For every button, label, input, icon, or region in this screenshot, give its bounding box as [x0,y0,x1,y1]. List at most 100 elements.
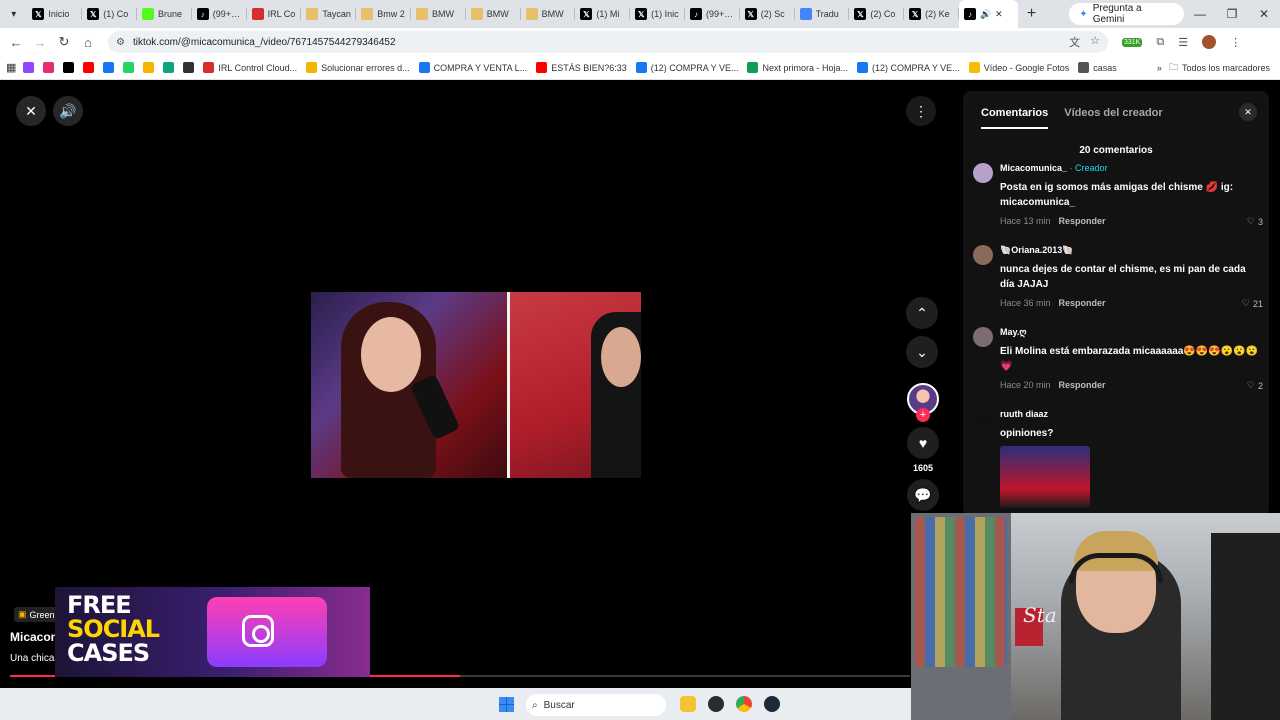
taskbar-search[interactable]: ⌕ Buscar [526,694,666,716]
bookmark-item[interactable] [103,62,115,73]
all-bookmarks-folder[interactable]: 🗀 Todos los marcadores [1169,60,1270,76]
bookmark-icon [536,62,548,73]
video-author[interactable]: Micacom [10,630,61,644]
file-explorer-icon[interactable] [680,696,696,712]
bookmark-item[interactable]: (12) COMPRA Y VE... [856,62,960,73]
reload-button[interactable]: ↻ [52,34,76,50]
extension-badge[interactable]: 331K [1122,37,1143,47]
reply-button[interactable]: Responder [1059,216,1106,226]
bookmark-item[interactable] [83,62,95,73]
tab-item[interactable]: 𝕏 (2) Co [849,0,904,28]
comment-like-button[interactable]: ♡ 21 [1242,298,1263,309]
tab-comments[interactable]: Comentarios [981,107,1049,129]
video-player[interactable] [311,292,641,478]
profile-avatar[interactable] [1202,35,1217,49]
address-bar[interactable]: ⚙ tiktok.com/@micacomunica_/video/767145… [108,31,1108,53]
volume-button[interactable]: 🔊 [53,96,83,126]
bookmark-item[interactable]: Solucionar errores d... [306,62,410,73]
avatar[interactable] [973,327,993,347]
close-window-button[interactable]: ✕ [1248,7,1280,21]
app-icon[interactable] [708,696,724,712]
forward-button[interactable]: → [28,35,52,50]
comment-user[interactable]: Micacomunica_ · Creador [1000,163,1108,173]
avatar[interactable] [973,409,993,429]
tab-item[interactable]: Brune [137,0,192,28]
tab-item[interactable]: 𝕏 (1) Mi [575,0,630,28]
tab-item[interactable]: BMW [466,0,521,28]
tab-close-icon[interactable]: ✕ [995,9,1003,20]
more-bookmarks-icon[interactable]: » [1157,63,1162,73]
tab-item[interactable]: 𝕏 Inicio [27,0,83,28]
reply-button[interactable]: Responder [1059,298,1106,308]
bookmark-item[interactable] [143,62,155,73]
extensions-icon[interactable]: ⧉ [1156,36,1164,49]
like-button[interactable]: ♥ [907,427,939,459]
chrome-icon[interactable] [736,696,752,712]
tab-item[interactable]: BMW [521,0,576,28]
site-info-icon[interactable]: ⚙ [116,37,125,48]
tiktok-icon: ♪ [689,8,702,20]
close-video-button[interactable]: ✕ [16,96,46,126]
tab-creator-videos[interactable]: Vídeos del creador [1064,107,1162,129]
tab-item[interactable]: Tradu [795,0,850,28]
follow-button[interactable]: + [916,408,930,422]
bookmark-item[interactable] [63,62,75,73]
new-tab-button[interactable]: + [1018,5,1045,23]
gemini-button[interactable]: ✦ Pregunta a Gemini [1069,3,1185,25]
comment-button[interactable]: 💬 [907,479,939,511]
audio-icon[interactable]: 🔊 [980,9,991,20]
tab-item[interactable]: ♪ (99+) T [685,0,740,28]
comment-user[interactable]: 🐚Oriana.2013🐚 [1000,245,1073,256]
home-button[interactable]: ⌂ [76,35,100,50]
back-button[interactable]: ← [4,35,28,50]
avatar[interactable] [973,245,993,265]
tab-item[interactable]: Bmw 2 [356,0,411,28]
tab-item[interactable]: IRL Co [247,0,302,28]
tab-item[interactable]: 𝕏 (2) Ke [904,0,959,28]
tab-item[interactable]: Taycan [301,0,356,28]
tab-item[interactable]: 𝕏 (1) Inic [630,0,685,28]
steam-icon[interactable] [764,696,780,712]
tab-item[interactable]: BMW [411,0,466,28]
bmw-icon [470,8,483,20]
bookmark-item[interactable] [123,62,135,73]
comment-user[interactable]: ruuth diaaz [1000,409,1048,419]
comment-like-button[interactable]: ♡ 3 [1247,216,1263,227]
bookmark-item[interactable]: (12) COMPRA Y VE... [635,62,738,73]
tab-item[interactable]: ♪ (99+) T [192,0,247,28]
comment-user[interactable]: May.ღ [1000,327,1026,338]
avatar[interactable] [973,163,993,183]
menu-icon[interactable]: ⋮ [1230,36,1241,49]
ad-banner[interactable]: FREE SOCIAL CASES [55,587,370,677]
minimize-button[interactable]: — [1184,7,1216,21]
bookmark-item[interactable] [163,62,175,73]
tab-label: (2) Sc [760,9,785,19]
close-panel-button[interactable]: ✕ [1239,103,1257,121]
tab-item[interactable]: 𝕏 (1) Co [82,0,137,28]
bookmark-item[interactable]: ESTÁS BIEN?6:33 [536,62,627,73]
next-video-button[interactable]: ⌄ [906,336,938,368]
bookmark-item[interactable]: IRL Control Cloud... [203,62,297,73]
tab-search-icon[interactable]: ▾ [0,0,27,28]
comment-image[interactable] [1000,446,1090,508]
comment-like-button[interactable]: ♡ 2 [1247,380,1263,391]
bookmark-icon [23,62,35,73]
bookmark-item[interactable]: Vídeo - Google Fotos [968,62,1069,73]
bookmark-item[interactable]: COMPRA Y VENTA L... [418,62,527,73]
bookmark-item[interactable] [43,62,55,73]
reading-list-icon[interactable]: ☰ [1178,36,1188,49]
bookmark-item[interactable]: Next primora - Hoja... [747,62,848,73]
windows-start-icon[interactable] [499,697,514,712]
tab-active[interactable]: ♪ 🔊 ✕ [958,0,1018,28]
reply-button[interactable]: Responder [1059,380,1106,390]
apps-icon[interactable]: ▦ [6,61,16,74]
more-options-button[interactable]: ⋮ [906,96,936,126]
translate-icon[interactable]: 文 [1069,34,1080,50]
tab-item[interactable]: 𝕏 (2) Sc [740,0,795,28]
bookmark-star-icon[interactable]: ☆ [1090,34,1100,50]
bookmark-item[interactable]: casas [1078,62,1117,73]
bookmark-item[interactable] [23,62,35,73]
bookmark-item[interactable] [183,62,195,73]
previous-video-button[interactable]: ⌃ [906,297,938,329]
restore-button[interactable]: ❐ [1216,7,1248,21]
